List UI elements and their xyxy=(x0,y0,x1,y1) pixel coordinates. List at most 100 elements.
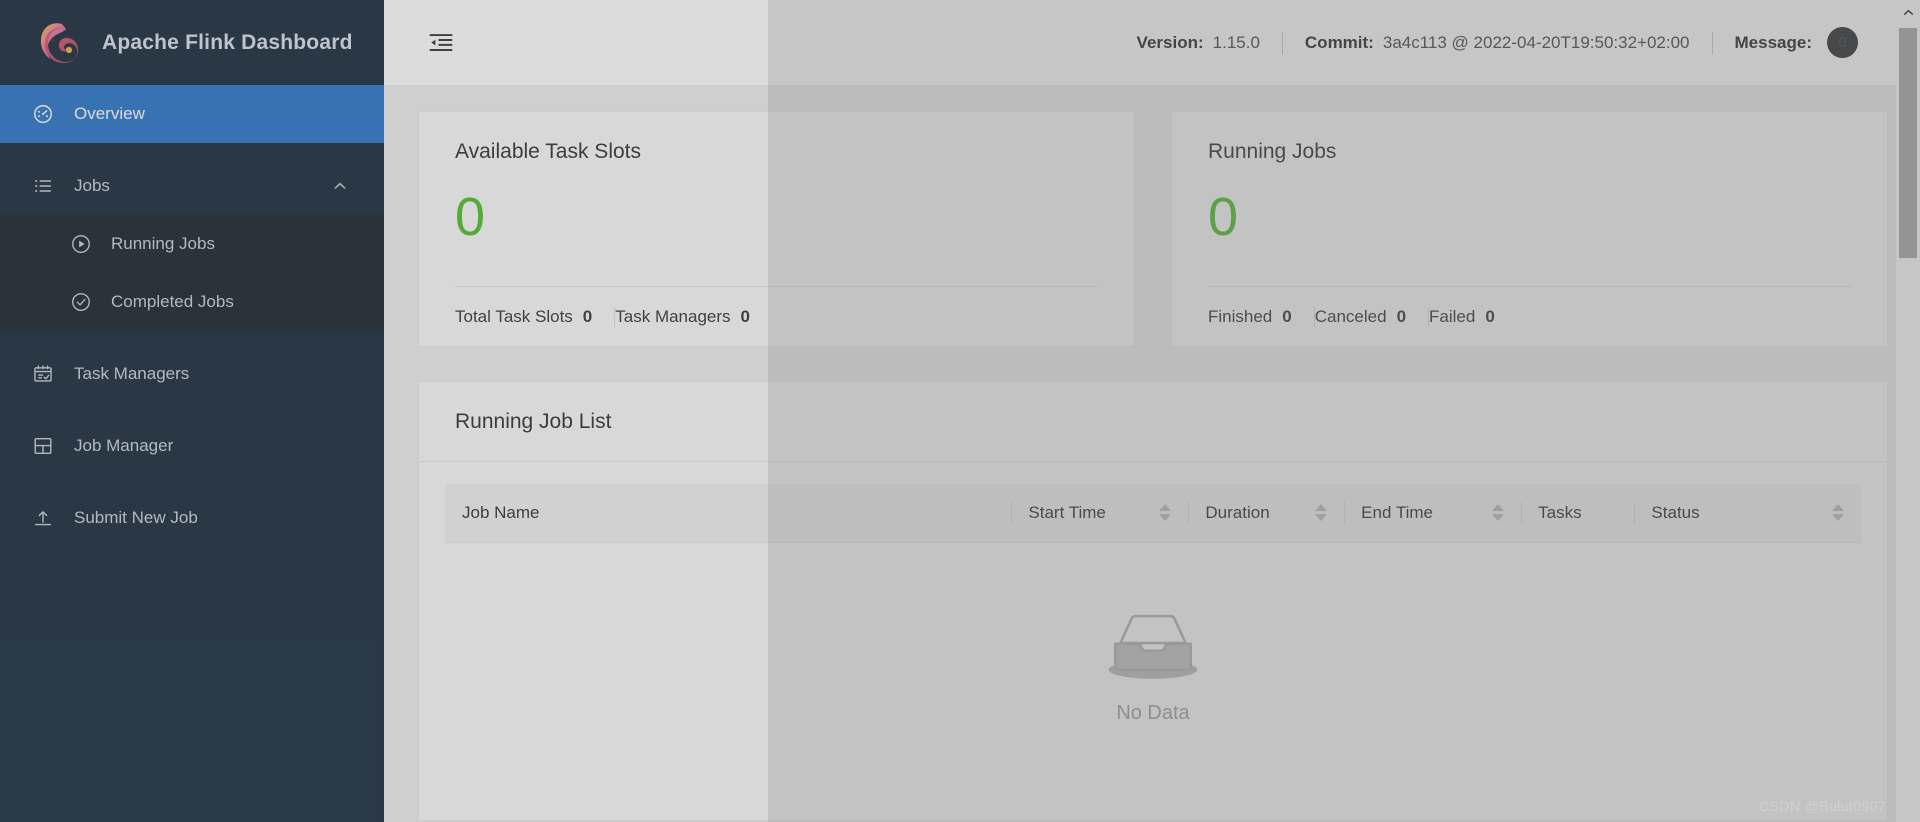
card-title: Available Task Slots xyxy=(455,140,641,163)
vertical-scrollbar[interactable] xyxy=(1896,0,1920,822)
sidebar-item-task-managers[interactable]: Task Managers xyxy=(0,345,384,403)
brand-title: Apache Flink Dashboard xyxy=(102,30,353,54)
column-status[interactable]: Status xyxy=(1634,484,1861,543)
sidebar-filler xyxy=(0,547,384,822)
sidebar: Apache Flink Dashboard Overview Jobs Run… xyxy=(0,0,384,822)
nav-gap xyxy=(0,403,384,417)
column-label: Status xyxy=(1651,502,1700,522)
nav-gap xyxy=(0,475,384,489)
dashboard-icon xyxy=(32,103,54,125)
column-tasks[interactable]: Tasks xyxy=(1521,484,1635,543)
sort-icon[interactable] xyxy=(1159,504,1172,522)
column-end-time[interactable]: End Time xyxy=(1344,484,1522,543)
main-area: Version: 1.15.0 Commit: 3a4c113 @ 2022-0… xyxy=(384,0,1920,822)
version-meta: Version: 1.15.0 xyxy=(1115,33,1282,53)
column-start-time[interactable]: Start Time xyxy=(1011,484,1189,543)
column-label: Start Time xyxy=(1028,502,1106,522)
sort-icon[interactable] xyxy=(1832,504,1844,522)
stat-value: 0 xyxy=(740,306,751,326)
nav-gap xyxy=(0,331,384,345)
sort-icon[interactable] xyxy=(1315,504,1328,522)
sidebar-item-label: Jobs xyxy=(74,176,110,195)
card-footer: Finished 0 Canceled 0 Failed 0 xyxy=(1208,286,1851,346)
stat-label: Task Managers xyxy=(615,306,731,326)
sidebar-nav: Overview Jobs Running Jobs Completed Job… xyxy=(0,85,384,547)
brand: Apache Flink Dashboard xyxy=(0,0,384,85)
version-value: 1.15.0 xyxy=(1212,32,1260,52)
upload-icon xyxy=(32,507,54,529)
card-footer: Total Task Slots 0 Task Managers 0 xyxy=(455,286,1098,346)
sidebar-item-overview[interactable]: Overview xyxy=(0,85,384,143)
sidebar-item-label: Submit New Job xyxy=(74,508,198,527)
stat-task-managers: Task Managers 0 xyxy=(615,307,772,327)
message-count-badge[interactable]: 0 xyxy=(1827,27,1858,58)
card-value: 0 xyxy=(1208,187,1239,247)
block-grid-icon xyxy=(32,435,54,457)
running-jobs-table: Job Name Start Time Duration End Time Ta… xyxy=(445,484,1861,543)
card-value: 0 xyxy=(455,187,486,247)
message-meta[interactable]: Message: 0 xyxy=(1713,27,1880,58)
sidebar-item-label: Job Manager xyxy=(74,436,174,455)
stat-label: Canceled xyxy=(1314,306,1387,326)
running-job-list-panel: Running Job List Job Name Start Time Dur… xyxy=(418,381,1888,821)
column-label: Duration xyxy=(1205,502,1270,522)
column-duration[interactable]: Duration xyxy=(1188,484,1345,543)
column-job-name[interactable]: Job Name xyxy=(445,484,1012,543)
menu-fold-icon[interactable] xyxy=(424,26,458,60)
column-label: End Time xyxy=(1361,502,1433,522)
stat-finished: Finished 0 xyxy=(1208,307,1314,327)
stat-label: Total Task Slots xyxy=(455,306,573,326)
table-header-row: Job Name Start Time Duration End Time Ta… xyxy=(445,484,1861,543)
sidebar-submenu-jobs: Running Jobs Completed Jobs xyxy=(0,215,384,331)
nav-gap xyxy=(0,143,384,157)
card-title: Running Jobs xyxy=(1208,140,1337,163)
commit-meta: Commit: 3a4c113 @ 2022-04-20T19:50:32+02… xyxy=(1283,33,1712,53)
version-label: Version: xyxy=(1136,32,1204,52)
stat-value: 0 xyxy=(582,306,593,326)
stat-total-task-slots: Total Task Slots 0 xyxy=(455,307,614,327)
sidebar-item-submit-new-job[interactable]: Submit New Job xyxy=(0,489,384,547)
column-label: Tasks xyxy=(1538,502,1582,522)
stat-value: 0 xyxy=(1485,306,1495,326)
sidebar-item-label: Task Managers xyxy=(74,364,190,383)
sidebar-item-label: Completed Jobs xyxy=(111,292,234,311)
sidebar-item-job-manager[interactable]: Job Manager xyxy=(0,417,384,475)
stat-cards-row: Available Task Slots 0 Total Task Slots … xyxy=(418,111,1888,347)
panel-body: Job Name Start Time Duration End Time Ta… xyxy=(419,462,1887,820)
watermark: CSDN @Bulut0907 xyxy=(1759,798,1886,814)
topbar-meta: Version: 1.15.0 Commit: 3a4c113 @ 2022-0… xyxy=(1115,27,1880,58)
chevron-up-icon[interactable] xyxy=(1896,0,1920,24)
stat-value: 0 xyxy=(1396,306,1407,326)
stat-failed: Failed 0 xyxy=(1429,307,1517,327)
sidebar-item-completed-jobs[interactable]: Completed Jobs xyxy=(0,273,384,331)
play-circle-icon xyxy=(70,233,92,255)
stat-label: Failed xyxy=(1429,306,1476,326)
content-area: Available Task Slots 0 Total Task Slots … xyxy=(384,85,1920,822)
sidebar-item-running-jobs[interactable]: Running Jobs xyxy=(0,215,384,273)
sidebar-item-jobs[interactable]: Jobs xyxy=(0,157,384,215)
sort-icon[interactable] xyxy=(1492,504,1505,522)
chevron-up-icon[interactable] xyxy=(332,178,348,194)
check-circle-icon xyxy=(70,291,92,313)
empty-state: No Data xyxy=(445,543,1861,821)
card-running-jobs: Running Jobs 0 Finished 0 Canceled 0 Fai… xyxy=(1171,111,1888,347)
stat-canceled: Canceled 0 xyxy=(1315,307,1428,327)
card-available-task-slots: Available Task Slots 0 Total Task Slots … xyxy=(418,111,1135,347)
commit-value: 3a4c113 @ 2022-04-20T19:50:32+02:00 xyxy=(1382,32,1690,52)
flink-squirrel-logo xyxy=(32,17,84,69)
column-label: Job Name xyxy=(462,502,540,522)
empty-state-label: No Data xyxy=(1116,702,1190,725)
panel-title: Running Job List xyxy=(419,382,1887,462)
list-icon xyxy=(32,175,54,197)
sidebar-item-label: Overview xyxy=(74,104,145,123)
message-label: Message: xyxy=(1734,32,1812,52)
app-root: Apache Flink Dashboard Overview Jobs Run… xyxy=(0,0,1920,822)
stat-label: Finished xyxy=(1208,306,1273,326)
stat-value: 0 xyxy=(1282,306,1292,326)
sidebar-item-label: Running Jobs xyxy=(111,234,215,253)
topbar: Version: 1.15.0 Commit: 3a4c113 @ 2022-0… xyxy=(384,0,1920,85)
commit-label: Commit: xyxy=(1304,32,1374,52)
inbox-empty-icon xyxy=(1105,609,1201,688)
scrollbar-thumb[interactable] xyxy=(1899,28,1917,258)
calendar-check-icon xyxy=(32,363,54,385)
